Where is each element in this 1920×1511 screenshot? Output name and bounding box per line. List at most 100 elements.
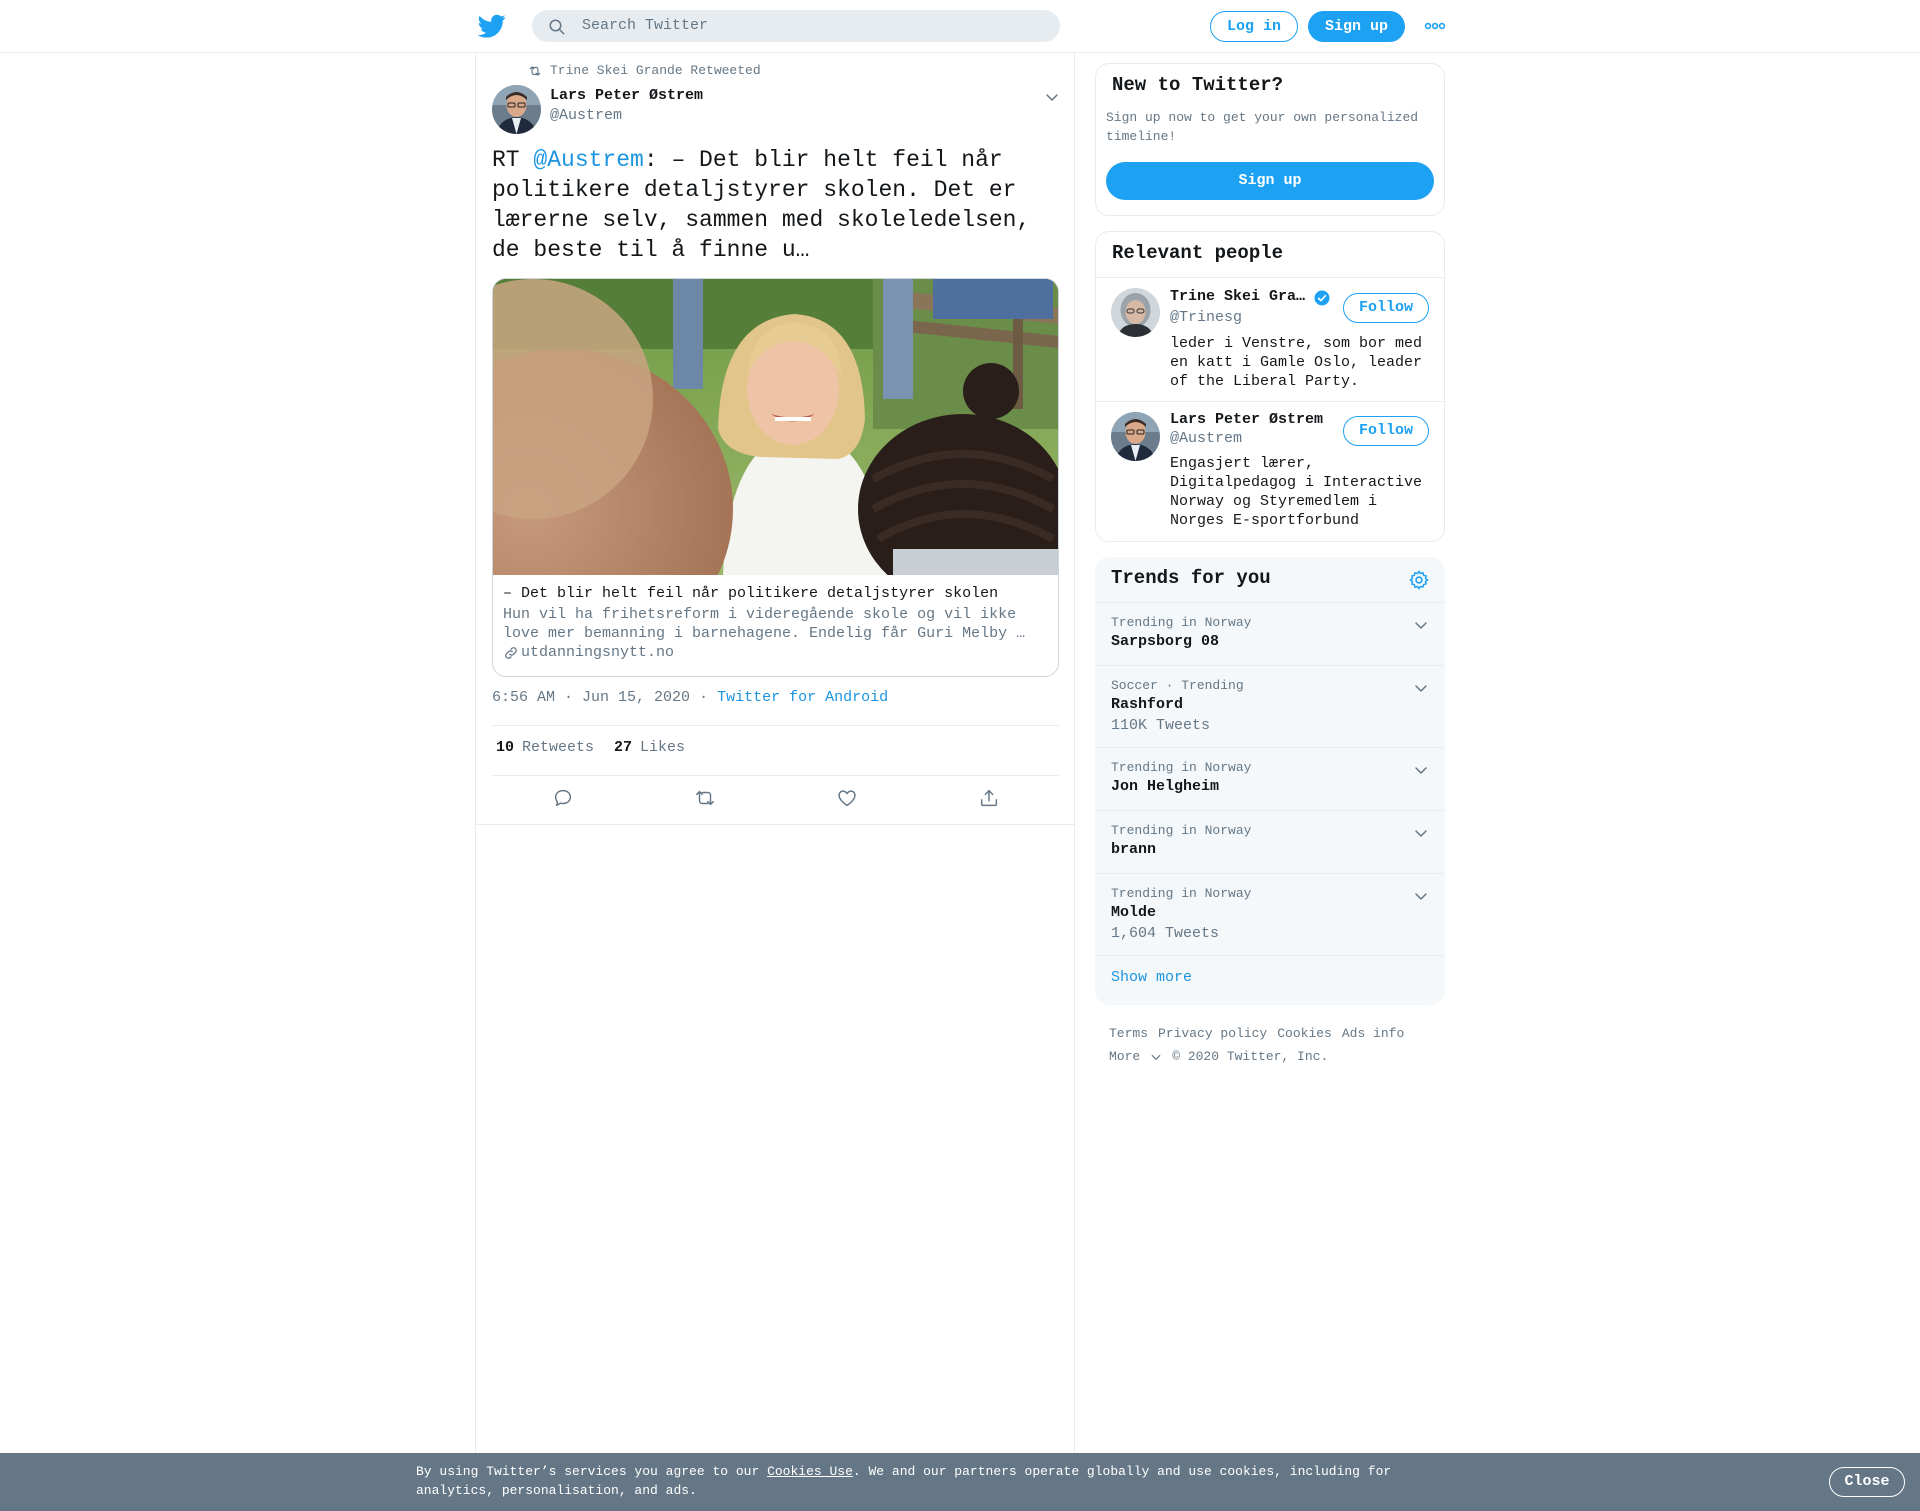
person-handle[interactable]: @Austrem (1170, 430, 1242, 447)
sidebar-footer: Terms Privacy policy Cookies Ads info More ©… (1109, 1022, 1439, 1068)
trends-panel: Trends for you Trending in Norway Sarpsb… (1095, 557, 1445, 1005)
likes-count: 27 (614, 739, 633, 756)
trend-item[interactable]: Trending in Norway Molde 1,604 Tweets (1095, 874, 1445, 956)
person-name[interactable]: Lars Peter Østrem (1170, 411, 1323, 428)
card-domain: utdanningsnytt.no (503, 644, 674, 661)
sidebar-sign-up-button[interactable]: Sign up (1106, 162, 1434, 200)
trend-item[interactable]: Soccer · Trending Rashford 110K Tweets (1095, 666, 1445, 748)
trend-name: Jon Helgheim (1111, 778, 1220, 795)
log-in-button[interactable]: Log in (1210, 11, 1298, 42)
retweets-stat[interactable]: 10 Retweets (496, 739, 594, 756)
footer-more-menu[interactable]: More (1109, 1045, 1162, 1068)
retweet-context[interactable]: Trine Skei Grande Retweeted (528, 63, 761, 78)
more-options-icon[interactable] (1424, 20, 1446, 32)
trend-name: Rashford (1111, 696, 1184, 713)
reply-icon[interactable] (552, 787, 574, 809)
person-avatar[interactable] (1111, 412, 1160, 461)
new-to-twitter-subtitle: Sign up now to get your own personalized… (1106, 110, 1419, 144)
trend-context: Trending in Norway (1111, 615, 1252, 630)
relevant-people-title: Relevant people (1112, 242, 1284, 264)
person-name[interactable]: Trine Skei Gra… (1170, 288, 1305, 305)
gear-icon[interactable] (1408, 569, 1430, 591)
close-cookie-banner-button[interactable]: Close (1829, 1467, 1905, 1497)
person-avatar[interactable] (1111, 288, 1160, 337)
tweet-stats: 10 Retweets 27 Likes (496, 739, 685, 756)
card-description: Hun vil ha frihetsreform i videregående … (503, 606, 1026, 642)
chevron-down-icon[interactable] (1413, 680, 1429, 696)
person-bio: leder i Venstre, som bor med en katt i G… (1170, 335, 1423, 390)
author-avatar[interactable] (492, 85, 541, 134)
card-image (493, 279, 1058, 575)
cookie-banner-text: By using Twitter’s services you agree to… (416, 1462, 1426, 1500)
retweeted-by-text: Trine Skei Grande Retweeted (550, 63, 761, 78)
twitter-bird-logo-icon[interactable] (478, 12, 506, 40)
trend-name: Molde (1111, 904, 1157, 921)
link-icon (505, 646, 517, 659)
top-navigation-bar: Search Twitter Log in Sign up (0, 0, 1920, 53)
trend-item[interactable]: Trending in Norway Sarpsborg 08 (1095, 603, 1445, 665)
divider (1096, 401, 1444, 402)
retweet-action-icon[interactable] (694, 787, 716, 809)
card-domain-text: utdanningsnytt.no (521, 644, 675, 661)
footer-copyright: © 2020 Twitter, Inc. (1172, 1049, 1329, 1064)
trends-title: Trends for you (1111, 567, 1271, 589)
person-handle[interactable]: @Trinesg (1170, 309, 1242, 326)
trend-item[interactable]: Trending in Norway Jon Helgheim (1095, 748, 1445, 810)
trend-name: Sarpsborg 08 (1111, 633, 1220, 650)
author-handle[interactable]: @Austrem (550, 107, 622, 124)
trend-context: Trending in Norway (1111, 760, 1252, 775)
trend-context: Trending in Norway (1111, 886, 1252, 901)
tweet-metadata: 6:56 AM · Jun 15, 2020 · Twitter for And… (492, 689, 888, 706)
retweets-count: 10 (496, 739, 515, 756)
new-to-twitter-panel: New to Twitter? Sign up now to get your … (1095, 63, 1445, 216)
likes-label: Likes (640, 739, 686, 756)
search-icon (549, 19, 565, 35)
tweet-source-link[interactable]: Twitter for Android (717, 689, 888, 706)
likes-stat[interactable]: 27 Likes (614, 739, 685, 756)
search-placeholder: Search Twitter (582, 17, 709, 34)
share-icon[interactable] (978, 787, 1000, 809)
divider (476, 824, 1074, 825)
search-input[interactable]: Search Twitter (532, 10, 1060, 42)
retweets-label: Retweets (522, 739, 595, 756)
footer-link-ads-info[interactable]: Ads info (1342, 1026, 1404, 1041)
person-bio: Engasjert lærer, Digitalpedagog i Intera… (1170, 455, 1423, 529)
chevron-down-icon (1151, 1054, 1161, 1060)
chevron-down-icon[interactable] (1413, 762, 1429, 778)
show-more-link[interactable]: Show more (1111, 969, 1192, 986)
tweet-text-prefix: RT (492, 147, 534, 173)
new-to-twitter-title: New to Twitter? (1112, 74, 1284, 96)
meta-separator: · (699, 689, 709, 706)
verified-badge-icon (1314, 290, 1330, 306)
trend-item[interactable]: Trending in Norway brann (1095, 811, 1445, 873)
retweet-icon (529, 65, 541, 76)
footer-more-label: More (1109, 1049, 1141, 1064)
author-name[interactable]: Lars Peter Østrem (550, 87, 703, 104)
like-heart-icon[interactable] (836, 787, 858, 809)
footer-link-cookies[interactable]: Cookies (1277, 1026, 1332, 1041)
link-preview-card[interactable]: – Det blir helt feil når politikere deta… (492, 278, 1059, 677)
trend-count: 1,604 Tweets (1111, 925, 1220, 942)
chevron-down-icon[interactable] (1413, 617, 1429, 633)
divider (1095, 955, 1445, 956)
cookies-use-link[interactable]: Cookies Use (767, 1464, 853, 1479)
cookie-text-before: By using Twitter’s services you agree to… (416, 1464, 768, 1479)
divider (492, 775, 1059, 776)
footer-link-privacy[interactable]: Privacy policy (1158, 1026, 1267, 1041)
chevron-down-icon[interactable] (1413, 888, 1429, 904)
tweet-actions (492, 787, 1059, 817)
trend-name: brann (1111, 841, 1157, 858)
tweet-column: Trine Skei Grande Retweeted Lars Peter Ø… (475, 53, 1075, 1453)
follow-button[interactable]: Follow (1343, 293, 1429, 323)
chevron-down-icon[interactable] (1044, 89, 1060, 105)
follow-button[interactable]: Follow (1343, 416, 1429, 446)
tweet-mention-link[interactable]: @Austrem (533, 147, 643, 173)
relevant-people-panel: Relevant people Trine Skei Gra… @Trinesg… (1095, 231, 1445, 542)
sign-up-button[interactable]: Sign up (1308, 11, 1405, 42)
footer-link-terms[interactable]: Terms (1109, 1026, 1148, 1041)
card-title: – Det blir helt feil når politikere deta… (503, 585, 999, 602)
chevron-down-icon[interactable] (1413, 825, 1429, 841)
tweet-timestamp[interactable]: 6:56 AM · Jun 15, 2020 (492, 689, 690, 706)
tweet-text: RT @Austrem: – Det blir helt feil når po… (492, 145, 1052, 265)
divider (1096, 277, 1444, 278)
